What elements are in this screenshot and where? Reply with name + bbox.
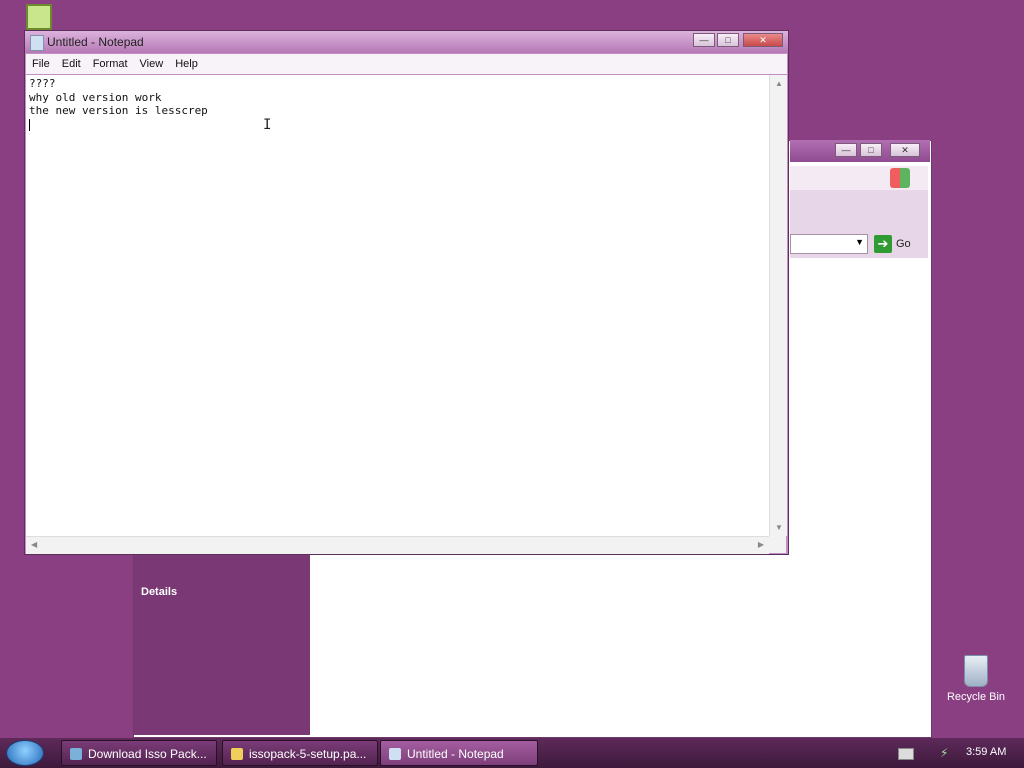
menu-bar: File Edit Format View Help [26, 54, 787, 74]
address-field[interactable]: ▼ [790, 234, 868, 254]
scroll-up-icon[interactable]: ▲ [775, 79, 783, 88]
bg-minimize-button[interactable]: — [835, 143, 857, 157]
go-button[interactable]: ➔ Go [874, 235, 911, 253]
recycle-bin-label: Recycle Bin [946, 691, 1006, 703]
text-line: ???? [29, 77, 56, 90]
recycle-bin[interactable]: Recycle Bin [944, 655, 1008, 703]
keyboard-icon[interactable] [898, 748, 914, 760]
horizontal-scrollbar[interactable]: ◀ ▶ [26, 536, 769, 554]
details-heading[interactable]: Details [141, 586, 177, 598]
background-toolbar [790, 166, 928, 191]
folder-icon [231, 748, 243, 760]
task-issopack-folder[interactable]: issopack-5-setup.pa... [222, 740, 378, 766]
resize-grip-icon[interactable] [769, 536, 786, 553]
minimize-button[interactable]: — [693, 33, 715, 47]
desktop-shortcut-icon[interactable] [26, 4, 52, 30]
go-label: Go [896, 238, 911, 250]
close-button[interactable]: ✕ [743, 33, 783, 47]
vertical-scrollbar[interactable]: ▲ ▼ [769, 75, 787, 536]
menu-edit[interactable]: Edit [56, 54, 87, 74]
clock[interactable]: 3:59 AM [966, 746, 1006, 758]
bg-maximize-button[interactable]: □ [860, 143, 882, 157]
menu-file[interactable]: File [26, 54, 56, 74]
text-line: why old version work [29, 90, 162, 104]
globe-icon [70, 748, 82, 760]
background-sidebar [134, 555, 310, 735]
scroll-down-icon[interactable]: ▼ [775, 523, 783, 532]
text-caret [29, 118, 30, 131]
text-line: the new version is lesscrep [29, 104, 208, 117]
notepad-titlebar[interactable]: Untitled - Notepad — □ ✕ [25, 31, 788, 53]
task-notepad[interactable]: Untitled - Notepad [380, 740, 538, 766]
start-button[interactable] [6, 740, 44, 766]
bg-close-button[interactable]: ✕ [890, 143, 920, 157]
text-editor-area[interactable]: ???? why old version work the new versio… [26, 75, 769, 536]
scroll-left-icon[interactable]: ◀ [31, 540, 37, 549]
menu-format[interactable]: Format [87, 54, 134, 74]
ibeam-cursor-icon: I [263, 117, 272, 133]
notepad-title: Untitled - Notepad [47, 35, 144, 49]
recycle-bin-icon [964, 655, 988, 687]
task-download-isso[interactable]: Download Isso Pack... [61, 740, 217, 766]
menu-help[interactable]: Help [169, 54, 204, 74]
windows-logo-icon [890, 168, 910, 188]
scroll-right-icon[interactable]: ▶ [758, 540, 764, 549]
notepad-icon [30, 35, 44, 51]
menu-view[interactable]: View [134, 54, 170, 74]
maximize-button[interactable]: □ [717, 33, 739, 47]
notepad-icon [389, 748, 401, 760]
network-icon[interactable]: ⚡ [940, 746, 948, 760]
chevron-down-icon[interactable]: ▼ [855, 237, 864, 247]
background-window-titlebar[interactable]: — □ ✕ [790, 140, 930, 162]
go-arrow-icon: ➔ [874, 235, 892, 253]
